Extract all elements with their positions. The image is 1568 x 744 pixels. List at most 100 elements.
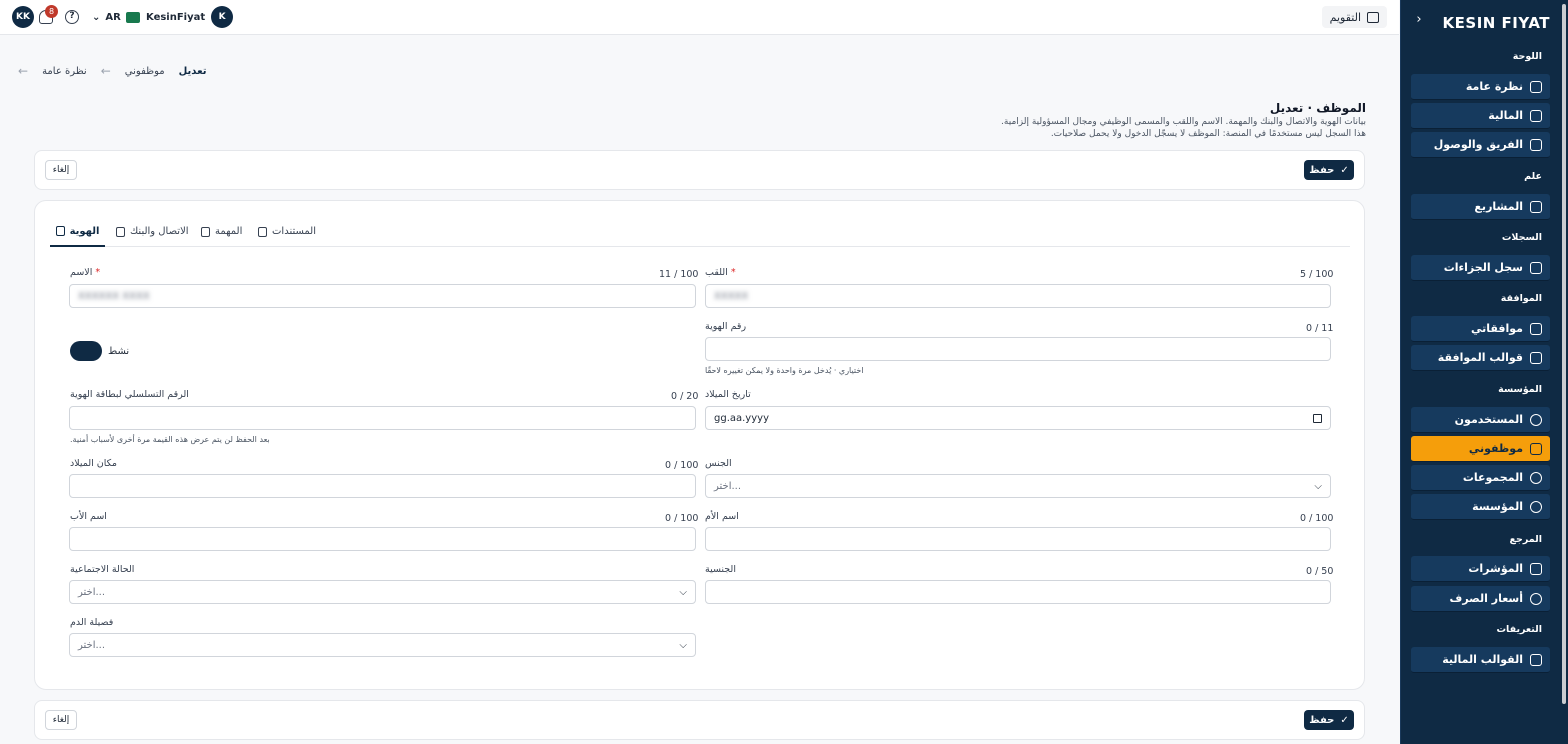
nationality-counter: 0 / 50 bbox=[1306, 566, 1334, 577]
section-label: التعريفات bbox=[1496, 624, 1543, 635]
user-icon bbox=[55, 226, 65, 236]
tab-identity[interactable]: الهوية bbox=[50, 217, 105, 247]
sidebar-item-finance[interactable]: المالية bbox=[1411, 103, 1550, 129]
sidebar-item-label: المشاريع bbox=[1474, 200, 1523, 213]
tab-contact-bank[interactable]: الاتصال والبنك bbox=[116, 217, 189, 246]
birth-place-label: مكان الميلاد bbox=[70, 458, 118, 469]
folder-icon bbox=[1530, 200, 1542, 213]
sidebar-item-my-approvals[interactable]: موافقاتي bbox=[1411, 316, 1550, 342]
id-number-hint: اختياري · يُدخل مرة واحدة ولا يمكن تغيير… bbox=[705, 366, 864, 375]
sidebar-item-my-employees[interactable]: موظفوني bbox=[1411, 436, 1550, 462]
id-serial-input[interactable] bbox=[69, 406, 696, 430]
page-subtitle: بيانات الهوية والاتصال والبنك والمهمة. ا… bbox=[1001, 117, 1366, 127]
page-note: هذا السجل ليس مستخدمًا في المنصة: الموظف… bbox=[1050, 129, 1366, 139]
sidebar-item-label: المجموعات bbox=[1462, 471, 1523, 484]
user-icon bbox=[1530, 413, 1542, 426]
collapse-chevron-icon[interactable]: › bbox=[1411, 12, 1427, 28]
sidebar-item-label: المؤسسة bbox=[1472, 500, 1523, 513]
sidebar-item-indicators[interactable]: المؤشرات bbox=[1411, 556, 1550, 582]
save-label: حفظ bbox=[1309, 164, 1335, 176]
check-icon: ✓ bbox=[1340, 714, 1349, 726]
tab-label: المهمة bbox=[215, 226, 243, 237]
document-icon bbox=[258, 226, 267, 237]
sidebar-item-label: المالية bbox=[1488, 109, 1523, 122]
section-label: المرجع bbox=[1509, 534, 1542, 545]
user-badge: K bbox=[211, 6, 234, 28]
id-serial-counter: 0 / 20 bbox=[671, 391, 699, 402]
marital-status-select[interactable]: اختر... ⌵ bbox=[69, 580, 696, 604]
clipboard-icon bbox=[1530, 322, 1542, 335]
breadcrumb-overview[interactable]: نظرة عامة bbox=[42, 66, 87, 77]
sidebar-item-team-access[interactable]: الفريق والوصول bbox=[1411, 132, 1550, 158]
name-label: * الاسم bbox=[70, 267, 101, 278]
help-icon[interactable]: ? bbox=[65, 10, 79, 24]
surname-input[interactable]: XXXXX bbox=[705, 284, 1331, 308]
sidebar-item-penalties[interactable]: سجل الجزاءات bbox=[1411, 255, 1550, 281]
nationality-label: الجنسية bbox=[705, 564, 736, 575]
phone-icon bbox=[116, 226, 125, 237]
sidebar-item-label: أسعار الصرف bbox=[1449, 592, 1523, 605]
sidebar-item-exchange-rates[interactable]: أسعار الصرف bbox=[1411, 586, 1550, 612]
sidebar-item-label: موافقاتي bbox=[1471, 322, 1523, 335]
sidebar-item-label: موظفوني bbox=[1468, 442, 1523, 455]
mother-name-counter: 0 / 100 bbox=[1300, 513, 1334, 524]
sidebar-item-organization[interactable]: المؤسسة bbox=[1411, 494, 1550, 520]
external-icon bbox=[1530, 653, 1542, 666]
sidebar-item-groups[interactable]: المجموعات bbox=[1411, 465, 1550, 491]
notification-badge: 8 bbox=[45, 5, 58, 18]
father-name-input[interactable] bbox=[69, 527, 696, 551]
birth-place-input[interactable] bbox=[69, 474, 696, 498]
name-counter: 11 / 100 bbox=[659, 269, 699, 280]
tab-label: الاتصال والبنك bbox=[130, 226, 189, 237]
save-button[interactable]: حفظ ✓ bbox=[1304, 710, 1354, 730]
nationality-input[interactable] bbox=[705, 580, 1331, 604]
users-icon bbox=[1530, 471, 1542, 484]
check-icon: ✓ bbox=[1340, 164, 1349, 176]
arrow-left-icon: ← bbox=[18, 64, 29, 78]
sidebar-item-label: القوالب المالية bbox=[1442, 653, 1523, 666]
breadcrumb-my-employees[interactable]: موظفوني bbox=[125, 66, 165, 77]
father-name-counter: 0 / 100 bbox=[665, 513, 699, 524]
calendar-button[interactable]: التقويم bbox=[1321, 6, 1387, 28]
sidebar-item-projects[interactable]: المشاريع bbox=[1411, 194, 1550, 220]
home-icon bbox=[1530, 80, 1542, 93]
tab-bar: المستندات المهمة الاتصال والبنك الهوية bbox=[50, 217, 1350, 247]
cancel-button[interactable]: إلغاء bbox=[45, 160, 77, 180]
wallet-icon bbox=[1530, 109, 1542, 122]
calendar-icon bbox=[1367, 11, 1379, 23]
mother-name-input[interactable] bbox=[705, 527, 1331, 551]
sidebar-item-users[interactable]: المستخدمون bbox=[1411, 407, 1550, 433]
file-icon bbox=[1530, 261, 1542, 274]
save-button[interactable]: حفظ ✓ bbox=[1304, 160, 1354, 180]
calendar-label: التقويم bbox=[1329, 10, 1361, 24]
tab-documents[interactable]: المستندات bbox=[258, 217, 316, 246]
birth-date-label: تاريخ الميلاد bbox=[705, 389, 751, 400]
tab-label: المستندات bbox=[272, 226, 317, 237]
blood-type-label: فصيلة الدم bbox=[70, 617, 114, 628]
sidebar-scrollbar[interactable] bbox=[1562, 4, 1566, 704]
gender-select[interactable]: اختر... ⌵ bbox=[705, 474, 1331, 498]
sidebar-item-overview[interactable]: نظرة عامة bbox=[1411, 74, 1550, 100]
cancel-button[interactable]: إلغاء bbox=[45, 710, 77, 730]
action-bar-top: إلغاء حفظ ✓ bbox=[34, 150, 1365, 190]
name-input[interactable]: XXXXXX XXXX bbox=[69, 284, 696, 308]
tab-task[interactable]: المهمة bbox=[201, 217, 242, 246]
language-selector[interactable]: ⌄ AR bbox=[92, 8, 140, 26]
active-toggle[interactable] bbox=[70, 341, 102, 361]
section-label: الموافقة bbox=[1500, 293, 1542, 304]
chevron-down-icon: ⌵ bbox=[1314, 480, 1322, 492]
building-icon bbox=[1530, 500, 1542, 513]
user-avatar[interactable]: KK bbox=[12, 6, 34, 28]
calendar-icon[interactable] bbox=[1313, 413, 1322, 423]
id-serial-hint: بعد الحفظ لن يتم عرض هذه القيمة مرة أخرى… bbox=[70, 435, 270, 444]
id-number-input[interactable] bbox=[705, 337, 1331, 361]
sidebar-item-financial-templates[interactable]: القوالب المالية bbox=[1411, 647, 1550, 673]
user-menu[interactable]: KesinFiyat K bbox=[146, 6, 234, 28]
father-name-label: اسم الأب bbox=[70, 511, 107, 522]
id-number-counter: 0 / 11 bbox=[1306, 323, 1334, 334]
breadcrumb-current: تعديل bbox=[178, 65, 207, 77]
blood-type-select[interactable]: اختر... ⌵ bbox=[69, 633, 696, 657]
sidebar-item-approval-templates[interactable]: قوالب الموافقة bbox=[1411, 345, 1550, 371]
birth-date-input[interactable]: gg.aa.yyyy bbox=[705, 406, 1331, 430]
section-label: المؤسسة bbox=[1498, 384, 1542, 395]
